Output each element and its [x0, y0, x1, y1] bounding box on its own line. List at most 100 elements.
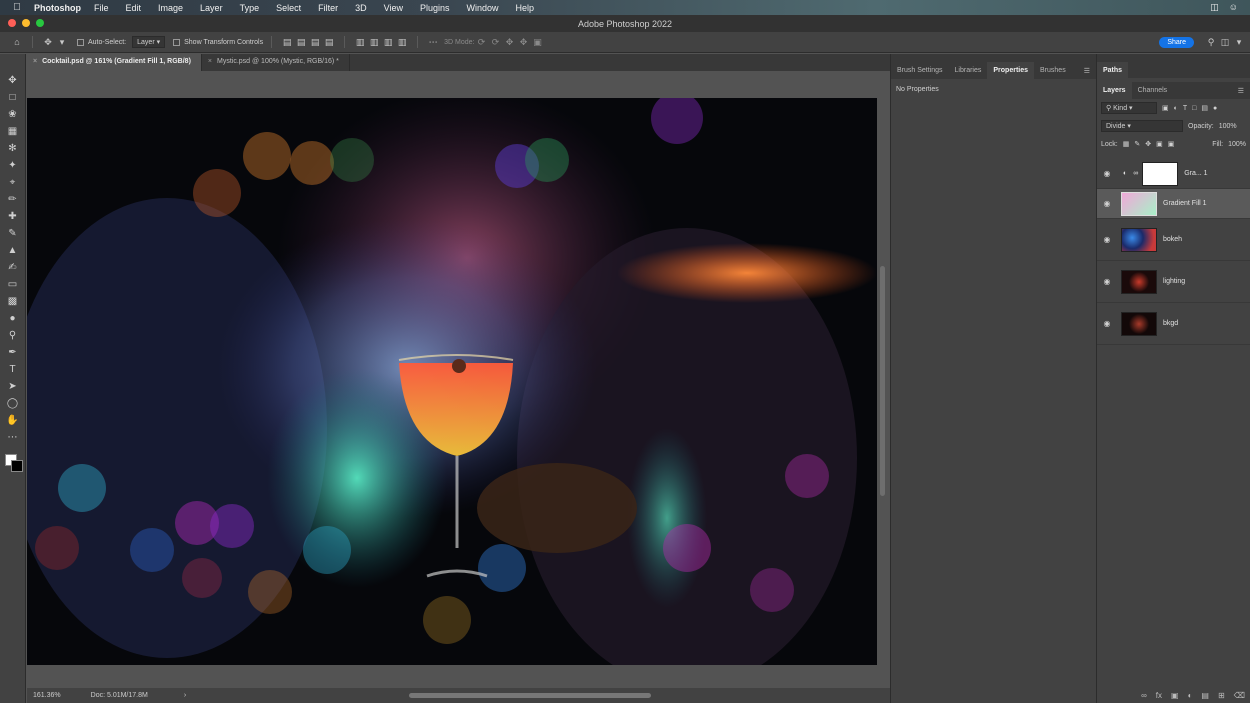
- object-select-tool-icon[interactable]: ▦: [4, 123, 22, 140]
- marquee-tool-icon[interactable]: □: [4, 89, 22, 106]
- close-tab-icon[interactable]: ×: [33, 58, 37, 65]
- opacity-value[interactable]: 100%: [1219, 123, 1237, 130]
- layer-thumbnail[interactable]: [1121, 311, 1157, 336]
- distribute-icon[interactable]: ▤: [322, 37, 336, 48]
- share-button[interactable]: Share: [1159, 36, 1194, 48]
- stamp-tool-icon[interactable]: ▲: [4, 242, 22, 259]
- new-layer-icon[interactable]: ⊞: [1218, 691, 1225, 700]
- eye-icon[interactable]: ◉: [1097, 277, 1117, 286]
- lock-transparent-icon[interactable]: ▦: [1123, 140, 1130, 148]
- tab-mystic[interactable]: × Mystic.psd @ 100% (Mystic, RGB/16) *: [202, 54, 350, 71]
- blend-mode-dropdown[interactable]: Divide ▾: [1101, 120, 1183, 132]
- auto-select-dropdown[interactable]: Layer ▾: [132, 36, 166, 48]
- panel-menu-icon[interactable]: ☰: [1078, 67, 1096, 75]
- chevron-down-icon[interactable]: ▾: [1232, 37, 1246, 48]
- user-icon[interactable]: ☺: [1229, 2, 1238, 13]
- tab-channels[interactable]: Channels: [1132, 87, 1174, 94]
- gradient-tool-icon[interactable]: ▩: [4, 293, 22, 310]
- healing-brush-icon[interactable]: ✚: [4, 208, 22, 225]
- menu-view[interactable]: View: [384, 3, 403, 13]
- new-group-icon[interactable]: ▤: [1201, 691, 1209, 700]
- control-center-icon[interactable]: ◫: [1210, 2, 1219, 13]
- color-swatches[interactable]: [3, 452, 23, 474]
- close-window-button[interactable]: [8, 19, 16, 27]
- eyedropper-tool-icon[interactable]: ✏: [4, 191, 22, 208]
- menu-file[interactable]: File: [94, 3, 109, 13]
- eraser-tool-icon[interactable]: ▭: [4, 276, 22, 293]
- link-icon[interactable]: ∞: [1133, 170, 1138, 177]
- tab-paths[interactable]: Paths: [1097, 61, 1129, 79]
- tab-cocktail[interactable]: × Cocktail.psd @ 161% (Gradient Fill 1, R…: [27, 54, 202, 71]
- filter-type-icon[interactable]: T: [1183, 105, 1187, 112]
- minimize-window-button[interactable]: [22, 19, 30, 27]
- more-tools-icon[interactable]: ⋯: [4, 429, 22, 446]
- close-tab-icon[interactable]: ×: [208, 58, 212, 65]
- hand-tool-icon[interactable]: ✋: [4, 412, 22, 429]
- menu-3d[interactable]: 3D: [355, 3, 367, 13]
- layer-thumbnail[interactable]: [1121, 227, 1157, 252]
- lock-all-icon[interactable]: ▣: [1168, 140, 1175, 148]
- pen-tool-icon[interactable]: ✒: [4, 344, 22, 361]
- horizontal-scrollbar[interactable]: [409, 693, 651, 698]
- layer-row[interactable]: ◉ ◐ ∞ Gra... 1: [1097, 159, 1250, 189]
- menu-filter[interactable]: Filter: [318, 3, 338, 13]
- blur-tool-icon[interactable]: ●: [4, 310, 22, 327]
- magic-wand-icon[interactable]: ✦: [4, 157, 22, 174]
- tab-layers[interactable]: Layers: [1097, 82, 1132, 99]
- menu-help[interactable]: Help: [516, 3, 535, 13]
- adjustment-layer-icon[interactable]: ◐: [1188, 691, 1193, 700]
- move-tool-icon[interactable]: ✥: [41, 37, 55, 48]
- align-bottom-icon[interactable]: ▥: [381, 37, 395, 48]
- lock-position-icon[interactable]: ✥: [1145, 140, 1151, 148]
- menu-app[interactable]: Photoshop: [34, 3, 81, 13]
- align-middle-icon[interactable]: ▥: [367, 37, 381, 48]
- layer-row[interactable]: ◉ bkgd: [1097, 303, 1250, 345]
- menu-window[interactable]: Window: [467, 3, 499, 13]
- workspace-icon[interactable]: ◫: [1218, 37, 1232, 48]
- show-transform-checkbox[interactable]: [173, 38, 181, 46]
- shape-tool-icon[interactable]: ◯: [4, 395, 22, 412]
- lasso-tool-icon[interactable]: ❀: [4, 106, 22, 123]
- search-icon[interactable]: ⚲: [1204, 37, 1218, 48]
- tab-properties[interactable]: Properties: [987, 62, 1035, 79]
- add-mask-icon[interactable]: ▣: [1171, 691, 1179, 700]
- menu-image[interactable]: Image: [158, 3, 183, 13]
- align-center-icon[interactable]: ▤: [294, 37, 308, 48]
- trash-icon[interactable]: ⌫: [1234, 691, 1245, 700]
- home-icon[interactable]: ⌂: [10, 37, 24, 47]
- vertical-scrollbar[interactable]: [880, 266, 885, 496]
- fx-icon[interactable]: fx: [1156, 691, 1162, 700]
- chevron-down-icon[interactable]: ▾: [55, 37, 69, 48]
- menu-select[interactable]: Select: [276, 3, 301, 13]
- more-icon[interactable]: ⋯: [426, 37, 440, 48]
- brush-tool-icon[interactable]: ✎: [4, 225, 22, 242]
- layer-thumbnail[interactable]: [1121, 269, 1157, 294]
- panel-menu-icon[interactable]: ☰: [1232, 87, 1250, 95]
- eye-icon[interactable]: ◉: [1097, 235, 1117, 244]
- tab-libraries[interactable]: Libraries: [949, 67, 988, 74]
- quick-select-tool-icon[interactable]: ✻: [4, 140, 22, 157]
- layer-row[interactable]: ◉ lighting: [1097, 261, 1250, 303]
- menu-type[interactable]: Type: [240, 3, 260, 13]
- tab-brush-settings[interactable]: Brush Settings: [891, 67, 949, 74]
- background-color[interactable]: [10, 460, 23, 472]
- move-tool-icon[interactable]: ✥: [4, 72, 22, 89]
- auto-select-checkbox[interactable]: [77, 38, 84, 46]
- eye-icon[interactable]: ◉: [1097, 319, 1117, 328]
- apple-icon[interactable]: : [0, 2, 34, 13]
- zoom-window-button[interactable]: [36, 19, 44, 27]
- filter-pixel-icon[interactable]: ▣: [1162, 104, 1169, 112]
- distribute-vertical-icon[interactable]: ▥: [395, 37, 409, 48]
- type-tool-icon[interactable]: T: [4, 361, 22, 378]
- layer-row[interactable]: ◉ Gradient Fill 1: [1097, 189, 1250, 219]
- canvas-area[interactable]: [27, 71, 890, 688]
- layer-filter-dropdown[interactable]: ⚲ Kind ▾: [1101, 102, 1157, 114]
- filter-adjustment-icon[interactable]: ◐: [1174, 105, 1178, 112]
- layer-thumbnail[interactable]: [1121, 191, 1157, 216]
- dodge-tool-icon[interactable]: ⚲: [4, 327, 22, 344]
- fill-value[interactable]: 100%: [1228, 141, 1246, 148]
- filter-shape-icon[interactable]: □: [1192, 105, 1196, 112]
- layer-mask-thumbnail[interactable]: [1142, 161, 1179, 186]
- align-left-icon[interactable]: ▤: [280, 37, 294, 48]
- layer-row[interactable]: ◉ bokeh: [1097, 219, 1250, 261]
